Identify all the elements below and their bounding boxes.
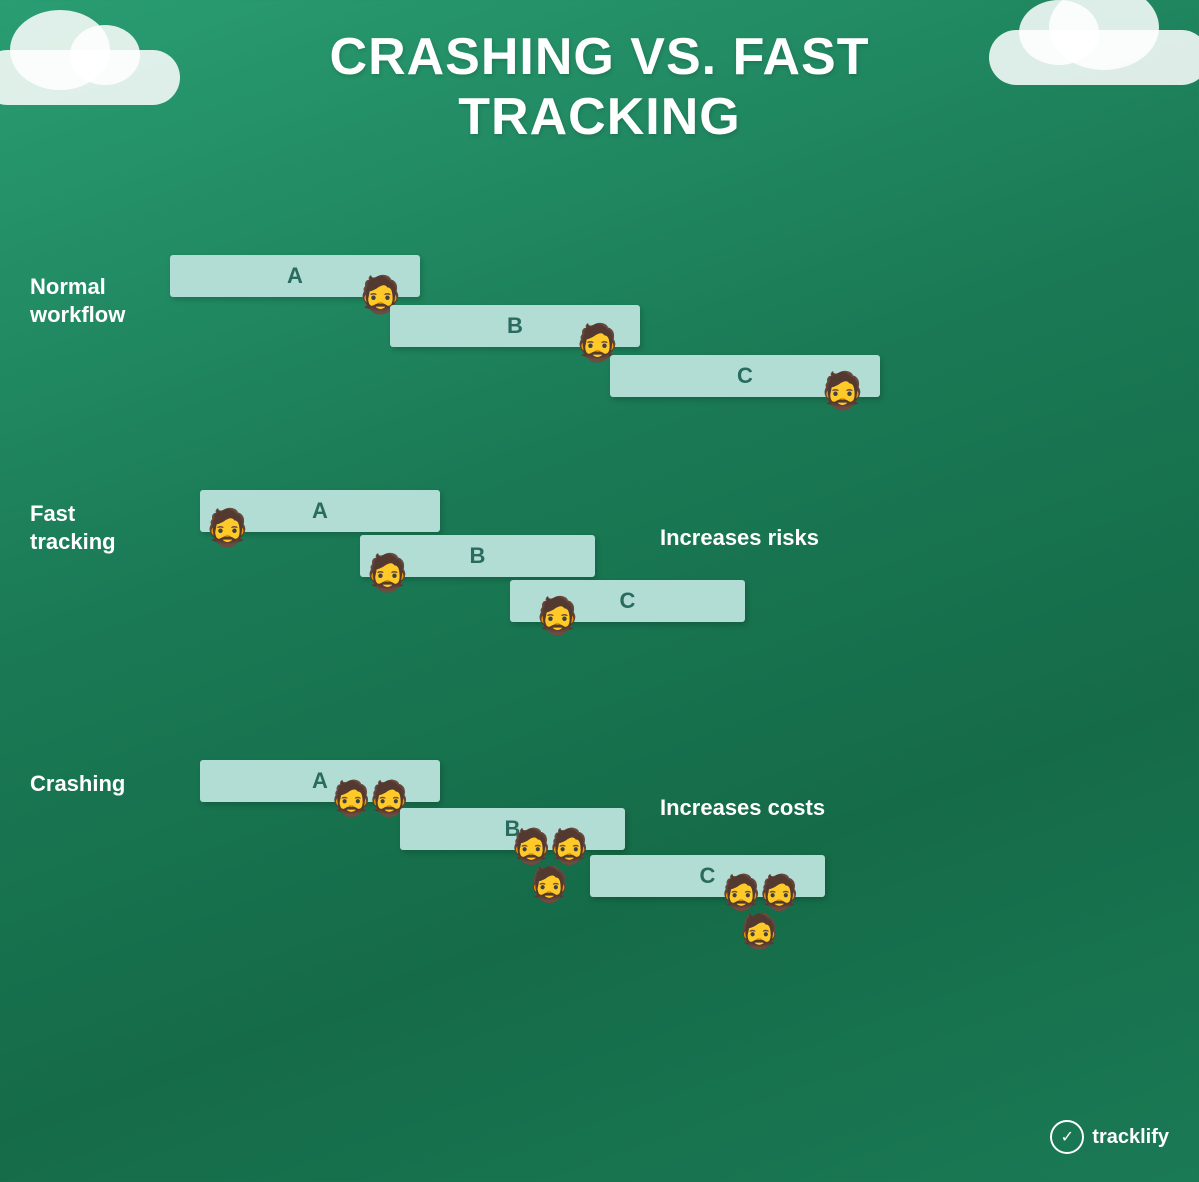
fast-person-c: 🧔	[535, 598, 580, 634]
crashing-person-c2: 🧔	[758, 876, 800, 910]
normal-workflow-label: Normalworkflow	[30, 273, 135, 328]
logo-icon: ✓	[1050, 1120, 1084, 1154]
crashing-person-c1: 🧔	[720, 876, 762, 910]
fast-tracking-label: Fasttracking	[30, 500, 135, 555]
fast-tracking-note: Increases risks	[660, 525, 819, 551]
crashing-note: Increases costs	[660, 795, 825, 821]
normal-person-c: 🧔	[820, 373, 865, 409]
tracklify-logo: ✓ tracklify	[1050, 1120, 1169, 1154]
logo-text: tracklify	[1092, 1126, 1169, 1149]
fast-person-b: 🧔	[365, 555, 410, 591]
crashing-label: Crashing	[30, 770, 150, 798]
crashing-person-b3: 🧔	[528, 868, 570, 902]
fast-person-a: 🧔	[205, 510, 250, 546]
crashing-person-b2: 🧔	[548, 830, 590, 864]
cloud-right	[989, 30, 1199, 85]
crashing-person-a1: 🧔	[330, 782, 372, 816]
crashing-person-c3: 🧔	[738, 915, 780, 949]
cloud-left	[0, 50, 180, 105]
crashing-person-b1: 🧔	[510, 830, 552, 864]
